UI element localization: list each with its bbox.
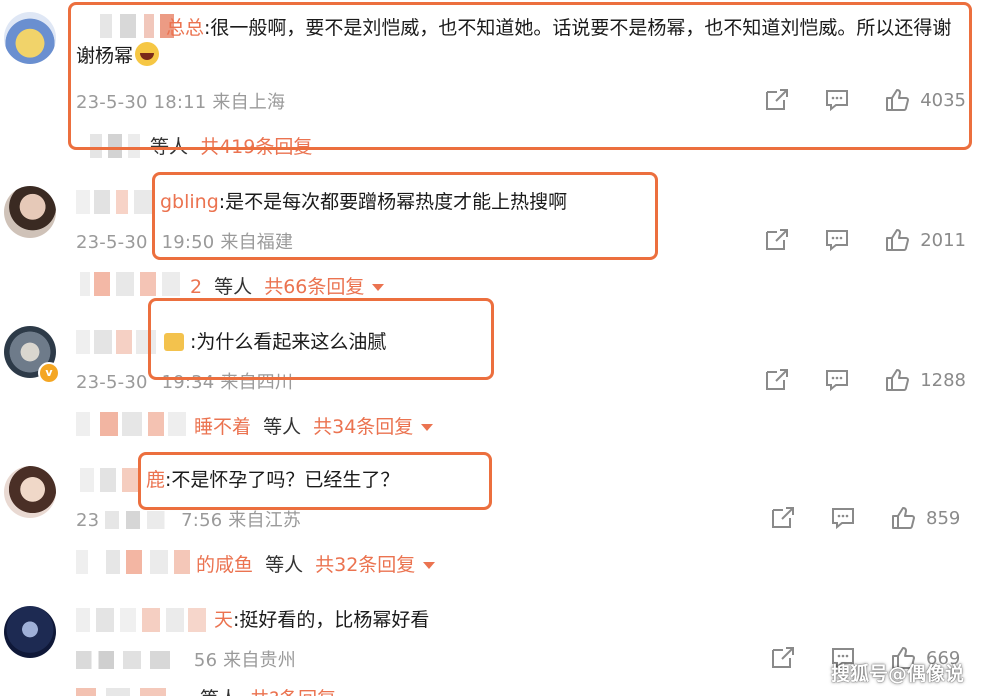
avatar[interactable] <box>4 186 56 238</box>
meta-date: 23 <box>76 510 100 531</box>
comment-icon[interactable] <box>824 227 850 253</box>
comment-text: 总总:很一般啊，要不是刘恺威，也不知道她。话说要不是杨幂，也不知道刘恺威。所以还… <box>76 14 966 70</box>
folder-emoji-icon <box>164 333 184 351</box>
replies-link[interactable]: 等人 共419条回复 <box>150 132 312 159</box>
censored-username <box>76 608 208 632</box>
censored-username <box>76 412 188 436</box>
replies-suffix: 等人 <box>214 276 253 298</box>
like-icon[interactable] <box>884 87 910 113</box>
comment-body: :很一般啊，要不是刘恺威，也不知道她。话说要不是杨幂，也不知道刘恺威。所以还得谢… <box>76 17 952 67</box>
censored-username <box>76 330 158 354</box>
like-count: 4035 <box>920 89 966 111</box>
comment-actions: 1288 <box>730 366 966 394</box>
replies-name: 睡不着 <box>194 416 252 438</box>
comment-body: :挺好看的，比杨幂好看 <box>233 609 430 631</box>
comment-text: gbling:是不是每次都要蹭杨幂热度才能上热搜啊 <box>160 188 567 216</box>
meta-time-location: 56 来自贵州 <box>193 650 296 671</box>
meta-date: 23-5-30 <box>76 372 148 393</box>
replies-suffix: 等人 <box>200 688 238 696</box>
replies-link[interactable]: 的咸鱼 等人 共32条回复 <box>196 550 436 577</box>
replies-link[interactable]: 2 等人 共66条回复 <box>190 272 385 299</box>
comment-icon[interactable] <box>824 87 850 113</box>
like-icon[interactable] <box>884 367 910 393</box>
replies-count: 共34条回复 <box>313 416 414 438</box>
like-icon[interactable] <box>884 227 910 253</box>
comment-icon[interactable] <box>830 505 856 531</box>
comment-meta: 23 7:56 来自江苏 <box>76 506 301 532</box>
comment-text: 鹿:不是怀孕了吗？已经生了？ <box>146 466 399 494</box>
avatar[interactable] <box>4 466 56 518</box>
chevron-down-icon <box>423 562 436 569</box>
share-icon[interactable] <box>764 367 790 393</box>
censored-username <box>80 272 190 296</box>
replies-count: 共32条回复 <box>315 554 416 576</box>
censored-username <box>80 468 142 492</box>
avatar[interactable] <box>4 12 56 64</box>
meta-time-location: 7:56 来自江苏 <box>181 510 302 531</box>
avatar[interactable] <box>4 606 56 658</box>
meta-time-location: 19:50 来自福建 <box>161 232 294 253</box>
censored-date <box>105 511 176 529</box>
comment-body: :为什么看起来这么油腻 <box>190 331 387 353</box>
censored-date <box>76 651 188 669</box>
replies-name: 的咸鱼 <box>196 554 254 576</box>
replies-suffix: 等人 <box>150 136 189 158</box>
replies-suffix: 等人 <box>265 554 304 576</box>
verified-badge-icon: v <box>38 362 60 384</box>
censored-username <box>76 688 196 696</box>
replies-link[interactable]: 睡不着 等人 共34条回复 <box>194 412 434 439</box>
meta-time-location: 19:34 来自四川 <box>161 372 294 393</box>
censored-username <box>76 550 194 574</box>
replies-link[interactable]: 等人 共?条回复 <box>200 684 336 696</box>
replies-count: 共66条回复 <box>264 276 365 298</box>
like-icon[interactable] <box>890 505 916 531</box>
username[interactable]: 天 <box>214 609 233 631</box>
comment-text: :为什么看起来这么油腻 <box>164 328 386 356</box>
comment-actions: 859 <box>736 504 966 532</box>
username[interactable]: 总总 <box>166 17 204 39</box>
censored-username <box>76 190 156 214</box>
watermark: 搜狐号@偶像说 <box>830 663 964 685</box>
chevron-down-icon <box>372 284 385 291</box>
like-count: 2011 <box>920 229 966 251</box>
replies-suffix: 等人 <box>263 416 302 438</box>
share-icon[interactable] <box>764 227 790 253</box>
comment-actions: 2011 <box>730 226 966 254</box>
share-icon[interactable] <box>770 505 796 531</box>
replies-count: 共419条回复 <box>200 136 313 158</box>
username[interactable]: 鹿 <box>146 469 165 491</box>
comment-body: :是不是每次都要蹭杨幂热度才能上热搜啊 <box>218 191 568 213</box>
comment-meta: 23-5-30 19:50 来自福建 <box>76 228 293 254</box>
comment-meta: 23-5-30 18:11 来自上海 <box>76 92 286 113</box>
like-count: 1288 <box>920 369 966 391</box>
comment-meta: 56 来自贵州 <box>76 646 296 672</box>
share-icon[interactable] <box>764 87 790 113</box>
comment-text: 天:挺好看的，比杨幂好看 <box>214 606 429 634</box>
username[interactable]: gbling <box>160 191 219 213</box>
comment-meta: 23-5-30 19:34 来自四川 <box>76 368 293 394</box>
share-icon[interactable] <box>770 645 796 671</box>
comment-icon[interactable] <box>824 367 850 393</box>
grinning-face-icon <box>135 42 160 66</box>
meta-date: 23-5-30 <box>76 232 148 253</box>
censored-username <box>90 134 142 158</box>
replies-name: 2 <box>190 276 203 298</box>
comment-actions: 4035 <box>730 86 966 114</box>
replies-count: 共?条回复 <box>250 688 336 696</box>
chevron-down-icon <box>421 424 434 431</box>
like-count: 859 <box>926 507 961 529</box>
comment-body: :不是怀孕了吗？已经生了？ <box>165 469 400 491</box>
